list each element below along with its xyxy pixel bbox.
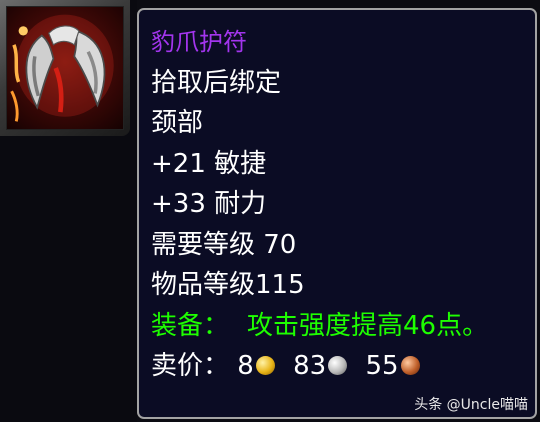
gold-value: 8 (237, 351, 254, 381)
bind-type: 拾取后绑定 (151, 67, 282, 98)
leopard-claw-amulet-icon (6, 6, 124, 130)
watermark: 头条 @Uncle喵喵 (414, 397, 528, 413)
item-icon-slot[interactable] (0, 0, 130, 136)
item-tooltip: 豹爪护符 拾取后绑定 颈部 +21 敏捷 +33 耐力 需要等级 70 物品等级… (137, 8, 537, 419)
silver-value: 83 (293, 351, 327, 381)
copper-value: 55 (365, 351, 399, 381)
gold-coin-icon (255, 356, 275, 375)
silver-coin-icon (328, 356, 348, 375)
item-name: 豹爪护符 (151, 28, 247, 56)
copper-amount: 55 (365, 346, 420, 387)
stat-agility: +21 敏捷 (151, 148, 267, 179)
item-slot: 颈部 (151, 108, 204, 138)
stat-stamina: +33 耐力 (151, 189, 267, 219)
sell-price: 卖价： 8 83 55 (151, 346, 535, 387)
required-level: 需要等级 70 (151, 229, 297, 260)
equip-text: 攻击强度提高46点。 (247, 310, 489, 341)
silver-amount: 83 (293, 346, 348, 387)
equip-effect: 装备： 攻击强度提高46点。 (151, 306, 535, 347)
item-level: 物品等级115 (151, 270, 305, 300)
copper-coin-icon (400, 356, 420, 375)
sell-label: 卖价： (151, 351, 230, 381)
gold-amount: 8 (237, 346, 275, 387)
equip-prefix: 装备： (151, 310, 230, 341)
